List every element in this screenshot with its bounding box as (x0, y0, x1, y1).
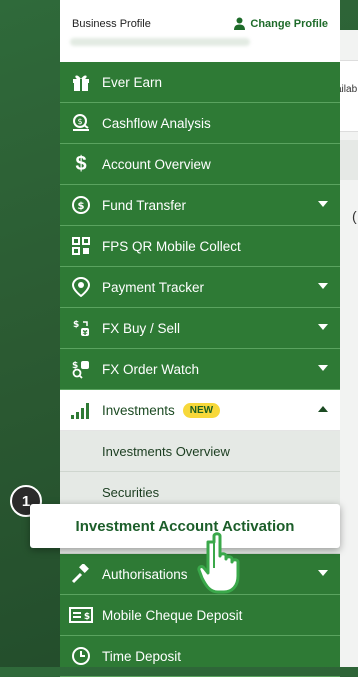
business-profile-label: Business Profile (72, 18, 151, 30)
menu-item-label: Payment Tracker (102, 279, 205, 295)
menu-item-time-deposit[interactable]: Time Deposit (60, 636, 340, 677)
chevron-down-icon[interactable] (318, 201, 328, 207)
menu-item-label: Fund Transfer (102, 197, 187, 213)
svg-text:$: $ (78, 201, 85, 212)
menu-item-label: FX Order Watch (102, 361, 200, 377)
account-name-blurred (70, 38, 250, 46)
chevron-down-icon[interactable] (318, 283, 328, 289)
svg-text:$: $ (73, 320, 79, 330)
menu-item-payment-tracker[interactable]: Payment Tracker (60, 267, 340, 308)
menu-item-label: Mobile Cheque Deposit (102, 607, 243, 623)
menu-item-label: FX Buy / Sell (102, 320, 181, 336)
menu-item-fps-qr[interactable]: FPS QR Mobile Collect (60, 226, 340, 267)
location-pin-icon (68, 274, 94, 300)
pointing-hand-icon (197, 532, 240, 594)
new-badge: NEW (182, 402, 221, 418)
menu-item-fund-transfer[interactable]: $ Fund Transfer (60, 185, 340, 226)
gift-icon (68, 69, 94, 95)
background-partial-mark: ( (352, 208, 357, 224)
chevron-up-icon[interactable] (318, 406, 328, 412)
menu-item-fx-buy-sell[interactable]: $ ¥ FX Buy / Sell (60, 308, 340, 349)
signal-bars-icon (68, 397, 94, 423)
menu-item-account-overview[interactable]: $ Account Overview (60, 144, 340, 185)
currency-search-icon: $ (68, 356, 94, 382)
menu-item-label: Ever Earn (102, 74, 163, 90)
menu-item-label: Cashflow Analysis (102, 115, 211, 131)
menu-item-ever-earn[interactable]: Ever Earn (60, 62, 340, 103)
menu-item-label: Time Deposit (102, 648, 182, 664)
menu-item-investments[interactable]: Investments NEW (60, 390, 340, 431)
submenu-investments-overview[interactable]: Investments Overview (60, 431, 340, 472)
cheque-icon: $ (68, 602, 94, 628)
currency-exchange-icon: $ ¥ (68, 315, 94, 341)
menu-item-label: FPS QR Mobile Collect (102, 238, 241, 254)
clock-icon (68, 643, 94, 669)
qr-icon (68, 233, 94, 259)
menu-item-label: Investments (102, 402, 175, 418)
investment-account-activation-button[interactable]: Investment Account Activation (30, 504, 340, 548)
transfer-icon: $ (68, 192, 94, 218)
change-profile-label: Change Profile (250, 17, 328, 30)
chevron-down-icon[interactable] (318, 570, 328, 576)
menu-item-cashflow-analysis[interactable]: $ Cashflow Analysis (60, 103, 340, 144)
magnifier-coin-icon: $ (68, 110, 94, 136)
menu-item-fx-order-watch[interactable]: $ FX Order Watch (60, 349, 340, 390)
svg-text:$: $ (77, 117, 82, 126)
menu-item-label: Account Overview (102, 156, 211, 172)
change-profile-button[interactable]: Change Profile (233, 17, 328, 30)
menu-item-mobile-cheque-deposit[interactable]: $ Mobile Cheque Deposit (60, 595, 340, 636)
person-icon (234, 17, 246, 30)
menu-item-label: Authorisations (102, 566, 188, 582)
svg-text:$: $ (84, 612, 90, 622)
chevron-down-icon[interactable] (318, 365, 328, 371)
dollar-icon: $ (75, 152, 87, 175)
chevron-down-icon[interactable] (318, 324, 328, 330)
gavel-icon (68, 561, 94, 587)
profile-header: Business Profile Change Profile (60, 0, 340, 62)
svg-text:¥: ¥ (83, 329, 88, 337)
